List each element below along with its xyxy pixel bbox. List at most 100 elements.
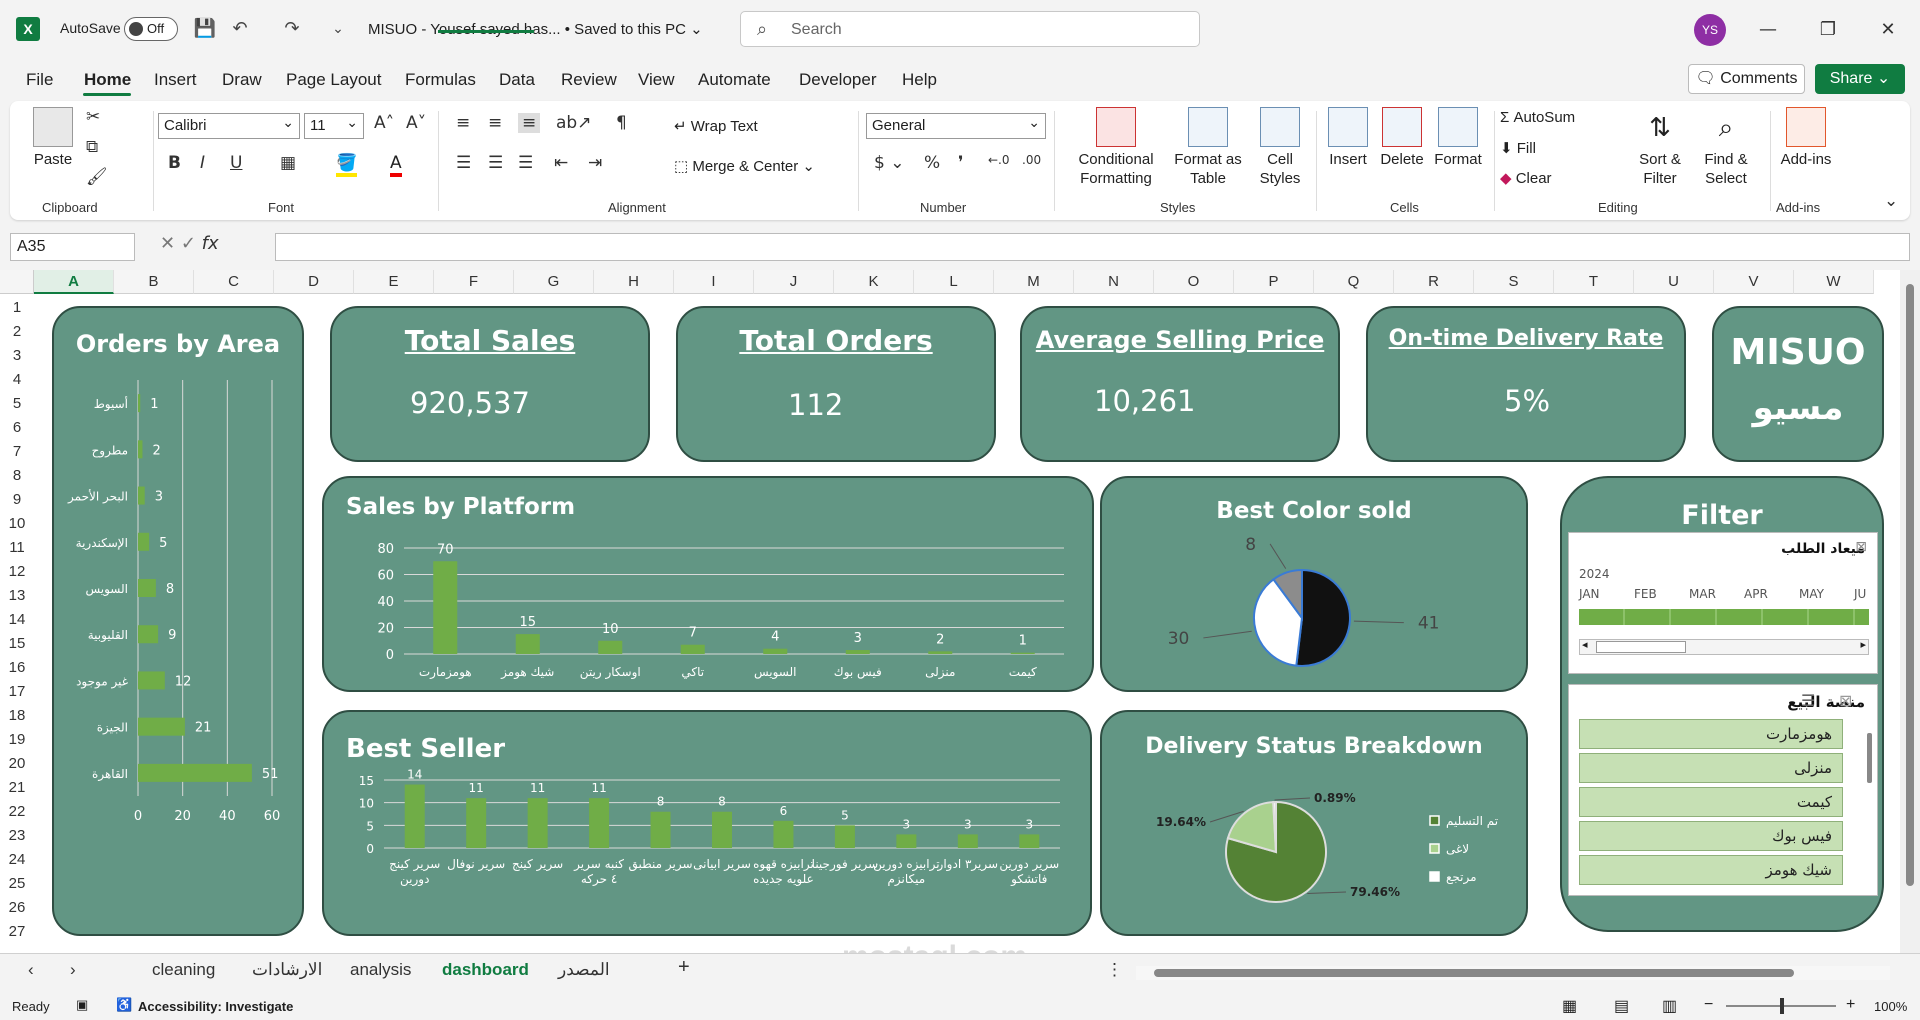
date-slicer[interactable]: ميعاد الطلب ⊠ 2024 JAN FEB MAR APR MAY JU ◂ ▸ xyxy=(1568,532,1878,674)
column-header-b[interactable]: B xyxy=(114,270,194,294)
page-layout-view-icon[interactable]: ▤ xyxy=(1614,996,1629,1016)
scroll-left-icon[interactable]: ◂ xyxy=(1582,638,1588,651)
enter-icon[interactable]: ✓ xyxy=(181,233,202,254)
column-header-d[interactable]: D xyxy=(274,270,354,294)
text-direction-icon[interactable]: ¶ xyxy=(616,113,627,133)
column-header-e[interactable]: E xyxy=(354,270,434,294)
column-header-r[interactable]: R xyxy=(1394,270,1474,294)
slicer-item-homzmart[interactable]: هومزمارت xyxy=(1579,719,1843,749)
column-header-w[interactable]: W xyxy=(1794,270,1874,294)
tab-analysis[interactable]: analysis xyxy=(350,960,411,980)
column-header-j[interactable]: J xyxy=(754,270,834,294)
font-size-select[interactable]: 11 xyxy=(304,110,364,139)
menu-formulas[interactable]: Formulas xyxy=(405,70,476,90)
accessibility-status[interactable]: Accessibility: Investigate xyxy=(138,999,293,1014)
format-cells-button[interactable]: Format xyxy=(1430,107,1486,169)
comments-button[interactable]: 🗨 Comments xyxy=(1688,64,1805,94)
month-label[interactable]: FEB xyxy=(1634,587,1657,601)
row-header-9[interactable]: 9 xyxy=(0,488,34,512)
row-header-5[interactable]: 5 xyxy=(0,392,34,416)
name-box[interactable]: A35 xyxy=(10,233,135,261)
decrease-decimal-icon[interactable]: .00 xyxy=(1022,153,1041,167)
horizontal-scroll-thumb[interactable] xyxy=(1154,969,1794,977)
row-header-8[interactable]: 8 xyxy=(0,464,34,488)
more-options-icon[interactable]: ⋮ xyxy=(1106,960,1123,980)
month-label[interactable]: JU xyxy=(1854,587,1866,601)
month-label[interactable]: MAR xyxy=(1689,587,1716,601)
macro-recorder-icon[interactable]: ▣ xyxy=(76,997,88,1013)
menu-view[interactable]: View xyxy=(638,70,675,90)
number-format-select[interactable]: General xyxy=(866,110,1046,139)
row-header-24[interactable]: 24 xyxy=(0,848,34,872)
align-bottom-icon[interactable]: ≡ xyxy=(518,113,541,133)
decrease-font-icon[interactable]: A˅ xyxy=(406,113,426,133)
clear-button[interactable]: ◆ Clear xyxy=(1500,169,1552,187)
month-label[interactable]: MAY xyxy=(1799,587,1824,601)
zoom-level[interactable]: 100% xyxy=(1874,999,1907,1014)
comma-icon[interactable]: ❜ xyxy=(958,153,963,173)
row-header-20[interactable]: 20 xyxy=(0,752,34,776)
month-label[interactable]: JAN xyxy=(1579,587,1600,601)
menu-file[interactable]: File xyxy=(26,70,53,90)
row-header-11[interactable]: 11 xyxy=(0,536,34,560)
column-header-l[interactable]: L xyxy=(914,270,994,294)
document-title[interactable]: MISUO - Yousef sayed has... • Saved to t… xyxy=(368,20,703,38)
sort-filter-button[interactable]: ⇅ Sort & Filter xyxy=(1630,107,1690,188)
column-header-s[interactable]: S xyxy=(1474,270,1554,294)
align-center-icon[interactable]: ☰ xyxy=(488,153,503,173)
zoom-slider[interactable] xyxy=(1726,998,1836,1014)
row-header-22[interactable]: 22 xyxy=(0,800,34,824)
row-header-14[interactable]: 14 xyxy=(0,608,34,632)
column-header-k[interactable]: K xyxy=(834,270,914,294)
timeline-scroll-thumb[interactable] xyxy=(1596,641,1686,653)
tab-dashboard[interactable]: dashboard xyxy=(442,960,529,980)
delete-cells-button[interactable]: Delete xyxy=(1376,107,1428,169)
menu-automate[interactable]: Automate xyxy=(698,70,771,90)
row-header-16[interactable]: 16 xyxy=(0,656,34,680)
conditional-formatting-button[interactable]: Conditional Formatting xyxy=(1066,107,1166,188)
row-header-6[interactable]: 6 xyxy=(0,416,34,440)
zoom-slider-thumb[interactable] xyxy=(1780,998,1784,1014)
clear-filter-icon[interactable]: ⊠ xyxy=(1855,539,1867,555)
column-header-c[interactable]: C xyxy=(194,270,274,294)
column-header-a[interactable]: A xyxy=(34,270,114,294)
column-header-f[interactable]: F xyxy=(434,270,514,294)
row-header-17[interactable]: 17 xyxy=(0,680,34,704)
fill-button[interactable]: ⬇ Fill xyxy=(1500,139,1536,157)
paste-button[interactable]: Paste xyxy=(28,107,78,169)
italic-icon[interactable]: I xyxy=(200,153,205,173)
add-ins-button[interactable]: Add-ins xyxy=(1776,107,1836,169)
customize-toolbar-icon[interactable]: ⌄ xyxy=(326,17,350,41)
autosave-toggle[interactable]: Off xyxy=(124,17,178,41)
menu-home[interactable]: Home xyxy=(84,70,131,90)
zoom-out-icon[interactable]: − xyxy=(1704,996,1713,1014)
vertical-scrollbar[interactable] xyxy=(1900,270,1920,953)
format-painter-icon[interactable]: 🖌 xyxy=(86,167,108,187)
column-header-p[interactable]: P xyxy=(1234,270,1314,294)
column-header-v[interactable]: V xyxy=(1714,270,1794,294)
borders-icon[interactable]: ▦ xyxy=(280,153,296,173)
column-header-u[interactable]: U xyxy=(1634,270,1714,294)
row-header-2[interactable]: 2 xyxy=(0,320,34,344)
wrap-text-button[interactable]: ↵ Wrap Text xyxy=(674,117,758,135)
slicer-item-kemet[interactable]: كيمت xyxy=(1579,787,1843,817)
row-header-3[interactable]: 3 xyxy=(0,344,34,368)
save-icon[interactable]: 💾 xyxy=(193,17,217,41)
row-header-19[interactable]: 19 xyxy=(0,728,34,752)
column-header-m[interactable]: M xyxy=(994,270,1074,294)
add-sheet-icon[interactable]: + xyxy=(678,956,690,979)
fill-color-icon[interactable]: 🪣 xyxy=(336,153,358,177)
align-left-icon[interactable]: ☰ xyxy=(456,153,471,173)
row-header-13[interactable]: 13 xyxy=(0,584,34,608)
function-icon[interactable]: fx xyxy=(202,233,219,254)
currency-icon[interactable]: $ ⌄ xyxy=(874,153,904,173)
row-header-21[interactable]: 21 xyxy=(0,776,34,800)
platform-slicer[interactable]: منصة البيع ☰ ⊠ هومزمارت منزلى كيمت فيس ب… xyxy=(1568,684,1878,896)
menu-developer[interactable]: Developer xyxy=(799,70,877,90)
formula-input[interactable] xyxy=(275,233,1910,261)
menu-draw[interactable]: Draw xyxy=(222,70,262,90)
menu-page-layout[interactable]: Page Layout xyxy=(286,70,381,90)
timeline-bar[interactable] xyxy=(1579,609,1869,625)
find-select-button[interactable]: ⌕ Find & Select xyxy=(1694,107,1758,188)
month-label[interactable]: APR xyxy=(1744,587,1768,601)
